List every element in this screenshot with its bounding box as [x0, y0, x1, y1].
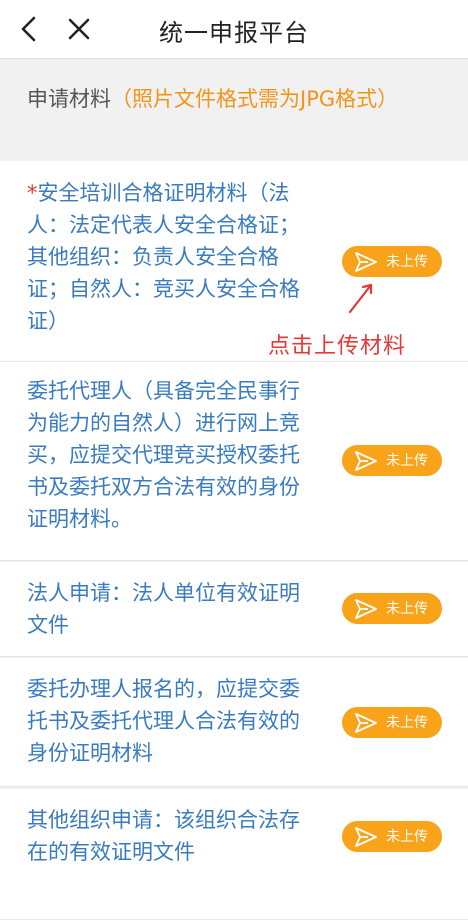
upload-button[interactable]: 未上传	[342, 707, 442, 738]
section-title: 申请材料（照片文件格式需为JPG格式）	[27, 83, 427, 115]
upload-status: 未上传	[386, 253, 428, 269]
material-item: 委托办理人报名的，应提交委托书及委托代理人合法有效的身份证明材料 未上传	[0, 658, 468, 787]
material-item: 其他组织申请：该组织合法存在的有效证明文件 未上传	[0, 789, 468, 920]
upload-status: 未上传	[386, 452, 428, 468]
material-label-text: 委托代理人（具备完全民事行为能力的自然人）进行网上竞买，应提交代理竞买授权委托书…	[27, 379, 300, 531]
page-title: 统一申报平台	[159, 19, 309, 47]
material-label-text: 其他组织申请：该组织合法存在的有效证明文件	[27, 808, 300, 864]
upload-button[interactable]: 未上传	[342, 593, 442, 624]
required-mark: *	[27, 181, 38, 205]
annotation-text: 点击上传材料	[268, 334, 407, 359]
paper-plane-icon	[355, 451, 377, 471]
material-label-text: 委托办理人报名的，应提交委托书及委托代理人合法有效的身份证明材料	[27, 677, 300, 765]
annotation-arrow-icon	[348, 283, 373, 314]
top-nav-bar: 统一申报平台	[0, 0, 468, 59]
upload-button[interactable]: 未上传	[342, 445, 442, 476]
material-label: 委托代理人（具备完全民事行为能力的自然人）进行网上竞买，应提交代理竞买授权委托书…	[27, 375, 319, 535]
paper-plane-icon	[355, 599, 377, 619]
material-label: 其他组织申请：该组织合法存在的有效证明文件	[27, 804, 319, 868]
paper-plane-icon	[355, 713, 377, 733]
section-header: 申请材料（照片文件格式需为JPG格式）	[0, 64, 468, 160]
upload-status: 未上传	[386, 600, 428, 616]
material-item: 委托代理人（具备完全民事行为能力的自然人）进行网上竞买，应提交代理竞买授权委托书…	[0, 362, 468, 561]
material-label: 法人申请：法人单位有效证明文件	[27, 577, 319, 641]
upload-button[interactable]: 未上传	[342, 246, 442, 277]
material-label-text: 安全培训合格证明材料（法人：法定代表人安全合格证；其他组织：负责人安全合格证；自…	[27, 181, 300, 333]
upload-button[interactable]: 未上传	[342, 821, 442, 852]
material-label: *安全培训合格证明材料（法人：法定代表人安全合格证；其他组织：负责人安全合格证；…	[27, 177, 319, 337]
paper-plane-icon	[355, 827, 377, 847]
upload-status: 未上传	[386, 714, 428, 730]
section-title-text: 申请材料	[27, 87, 111, 111]
paper-plane-icon	[355, 252, 377, 272]
material-label-text: 法人申请：法人单位有效证明文件	[27, 581, 300, 637]
upload-status: 未上传	[386, 828, 428, 844]
material-label: 委托办理人报名的，应提交委托书及委托代理人合法有效的身份证明材料	[27, 673, 319, 769]
material-item: 法人申请：法人单位有效证明文件 未上传	[0, 562, 468, 657]
format-hint: （照片文件格式需为JPG格式）	[111, 87, 399, 111]
